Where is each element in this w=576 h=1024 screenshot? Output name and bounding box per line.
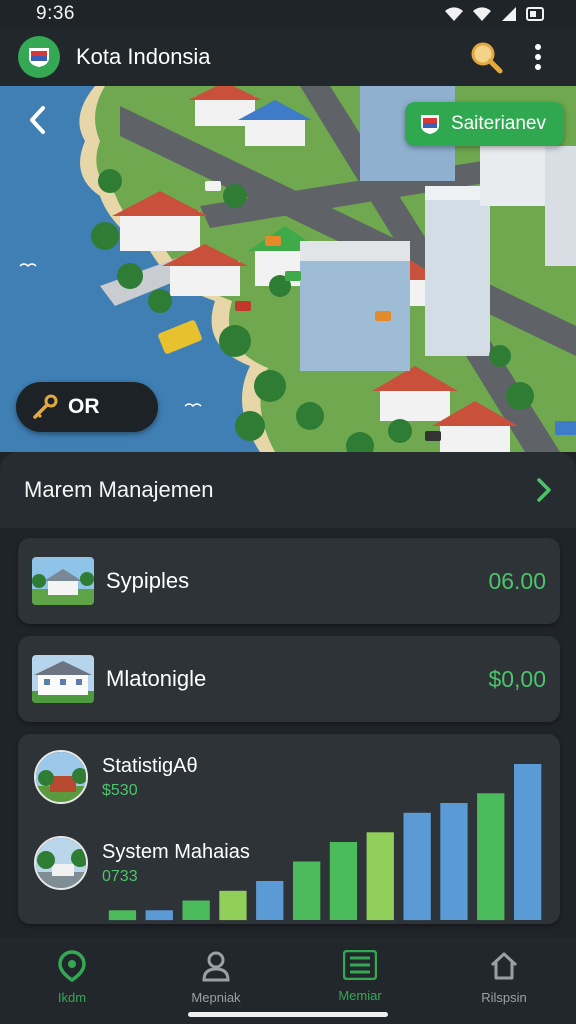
chart-bar bbox=[366, 832, 394, 921]
chart-bar bbox=[403, 812, 431, 921]
city-map[interactable]: Saiterianev OR bbox=[0, 86, 576, 452]
chart-bar bbox=[293, 861, 321, 920]
wifi-icon bbox=[445, 7, 463, 21]
person-icon bbox=[202, 951, 230, 982]
stat-title: StatistigAθ bbox=[102, 754, 198, 777]
stat-row: StatistigAθ $530 bbox=[34, 750, 198, 804]
property-value: $0,00 bbox=[488, 665, 546, 692]
stat-value: 0733 bbox=[102, 867, 138, 885]
chart-bar bbox=[182, 900, 210, 920]
area-selector-chip[interactable]: Saiterianev bbox=[404, 102, 564, 146]
home-indicator bbox=[188, 1012, 388, 1017]
nav-label: Memiar bbox=[338, 988, 382, 1003]
stat-row: System Mahaias 0733 bbox=[34, 836, 250, 890]
battery-icon bbox=[526, 7, 544, 21]
chart-bar bbox=[477, 793, 505, 921]
chart-bar bbox=[514, 764, 542, 920]
property-thumbnail bbox=[32, 557, 94, 605]
avatar bbox=[34, 836, 88, 890]
property-thumbnail bbox=[32, 655, 94, 703]
location-pin-icon bbox=[58, 950, 86, 982]
app-logo-icon bbox=[18, 36, 60, 78]
nav-item-ikdm[interactable]: Ikdm bbox=[0, 938, 144, 1024]
statistics-card[interactable]: StatistigAθ $530 System Mahaias 0733 bbox=[18, 734, 560, 924]
status-time: 9:36 bbox=[36, 3, 75, 24]
property-card[interactable]: Sypiples 06.00 bbox=[18, 538, 560, 624]
nav-item-rilspsin[interactable]: Rilspsin bbox=[432, 938, 576, 1024]
chart-bar bbox=[329, 842, 358, 920]
wifi-icon bbox=[473, 7, 491, 21]
section-header[interactable]: Marem Manajemen bbox=[0, 452, 576, 528]
nav-label: Mepniak bbox=[191, 990, 241, 1005]
or-key-button[interactable]: OR bbox=[16, 382, 158, 432]
property-card[interactable]: Mlatonigle $0,00 bbox=[18, 636, 560, 722]
list-icon bbox=[343, 950, 377, 980]
app-bar: Kota Indonsia bbox=[0, 28, 576, 86]
key-icon bbox=[33, 394, 58, 419]
search-button[interactable] bbox=[466, 37, 506, 77]
chart-bar bbox=[108, 910, 137, 921]
nav-label: Ikdm bbox=[57, 990, 87, 1005]
home-icon bbox=[490, 952, 518, 980]
management-sheet: Marem Manajemen Sypiples 06.00 Mlatonigl… bbox=[0, 452, 576, 938]
stat-text: System Mahaias 0733 bbox=[102, 841, 250, 886]
property-name: Mlatonigle bbox=[106, 666, 207, 691]
chevron-left-icon bbox=[30, 106, 45, 134]
more-vertical-icon bbox=[535, 44, 541, 70]
chevron-right-icon bbox=[537, 478, 551, 502]
property-name: Sypiples bbox=[106, 568, 190, 593]
section-title: Marem Manajemen bbox=[24, 477, 214, 502]
more-options-button[interactable] bbox=[518, 37, 558, 77]
stat-text: StatistigAθ $530 bbox=[102, 755, 198, 800]
chart-bar bbox=[219, 890, 247, 921]
stat-value: $530 bbox=[102, 781, 138, 799]
nav-label: Rilspsin bbox=[481, 990, 527, 1005]
property-value: 06.00 bbox=[488, 567, 546, 594]
status-bar: 9:36 bbox=[0, 0, 576, 28]
back-button[interactable] bbox=[18, 100, 58, 140]
or-pill-label: OR bbox=[68, 395, 100, 418]
stat-title: System Mahaias bbox=[102, 840, 250, 863]
chart-bar bbox=[440, 803, 468, 920]
search-icon bbox=[471, 42, 503, 74]
chart-bar bbox=[145, 910, 173, 921]
avatar bbox=[34, 750, 88, 804]
app-title: Kota Indonsia bbox=[76, 44, 211, 69]
chart-bar bbox=[256, 881, 284, 920]
status-icons bbox=[444, 6, 546, 22]
area-chip-label: Saiterianev bbox=[450, 113, 546, 134]
flag-badge-icon bbox=[420, 115, 439, 134]
signal-icon bbox=[502, 7, 516, 21]
